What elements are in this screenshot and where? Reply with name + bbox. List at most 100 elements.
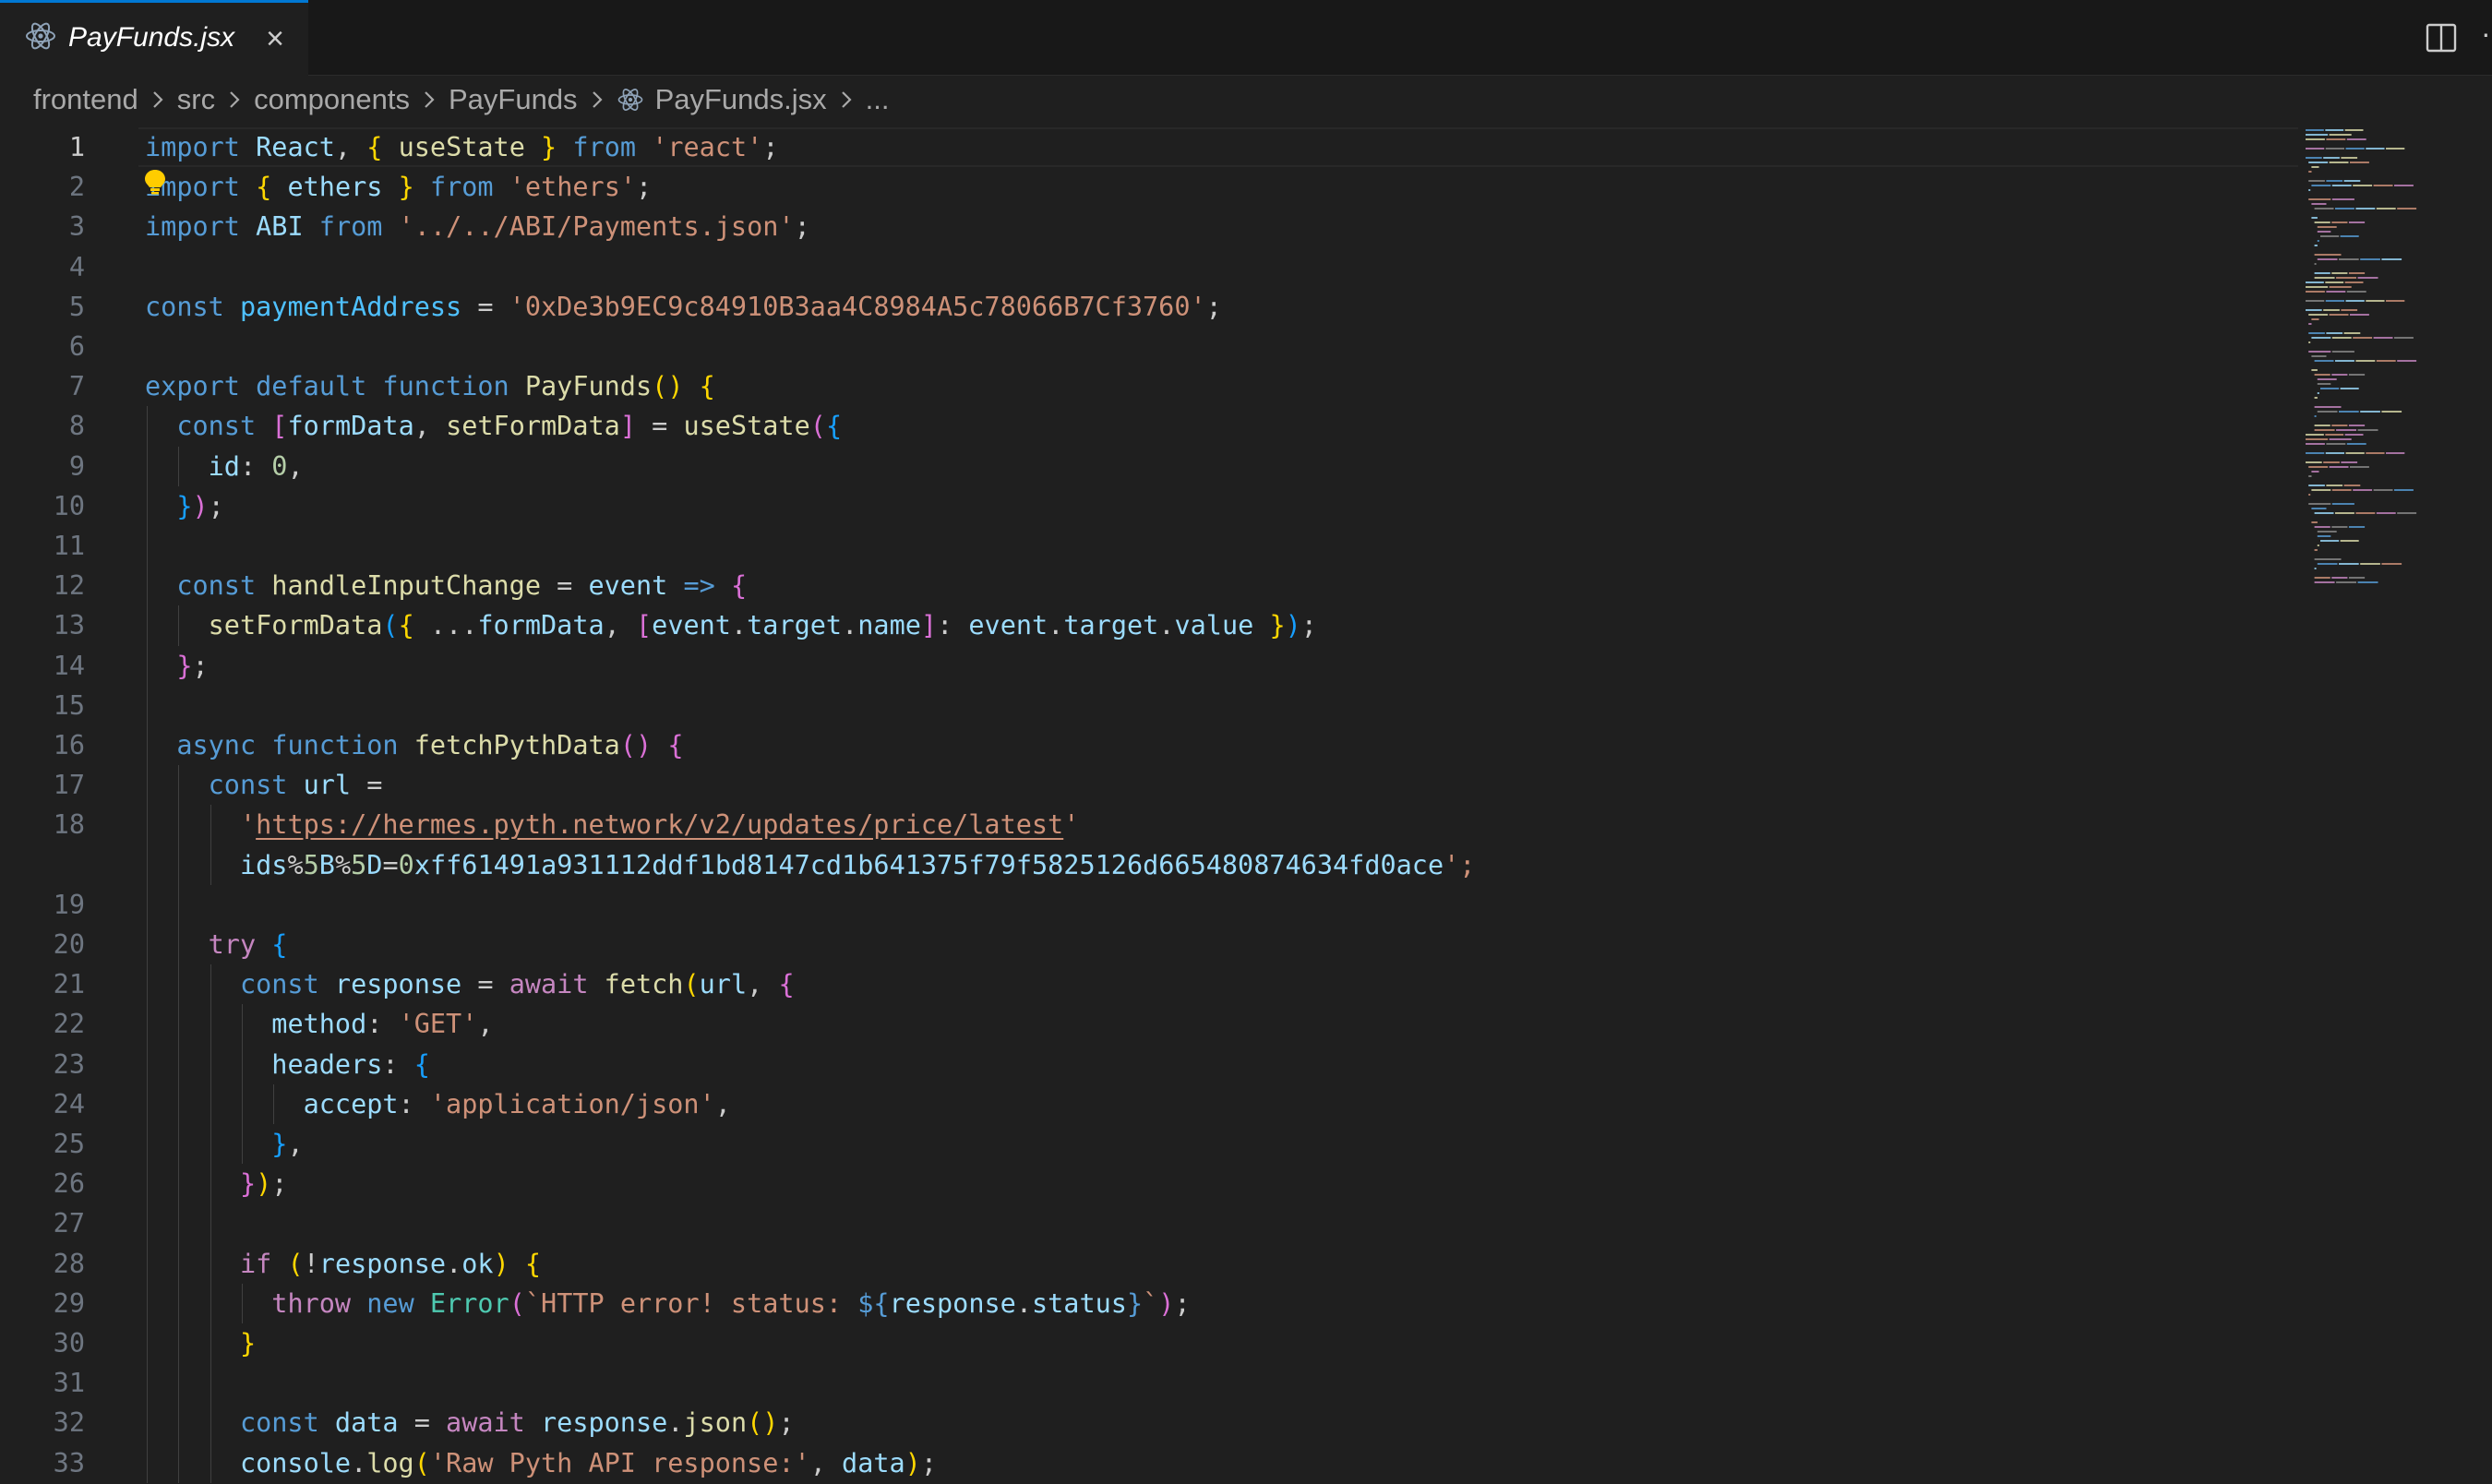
code-line[interactable]: } (145, 1323, 256, 1363)
minimap-line (2311, 166, 2319, 168)
minimap-line (2331, 185, 2352, 186)
minimap-line (2394, 489, 2414, 491)
split-editor-icon[interactable] (2424, 20, 2459, 55)
code-line[interactable]: }; (145, 646, 208, 686)
code-line[interactable]: import { ethers } from 'ethers'; (145, 167, 652, 207)
code-line[interactable]: }); (145, 486, 224, 526)
code-line[interactable]: headers: { (145, 1045, 430, 1084)
breadcrumb-item-src[interactable]: src (177, 83, 215, 116)
line-number: 4 (68, 251, 85, 282)
minimap-line (2325, 281, 2344, 283)
breadcrumb-item-components[interactable]: components (254, 83, 410, 116)
code-line[interactable]: import React, { useState } from 'react'; (145, 127, 778, 167)
minimap-line (2314, 374, 2330, 376)
minimap-line (2340, 235, 2359, 237)
code-line[interactable]: const [formData, setFormData] = useState… (145, 406, 842, 446)
code-editor[interactable]: 1 2 3 4 5 6 7 8 9 10 11 12 13 14 15 16 17 18 19 20 21 22 23 24 2… (0, 127, 2492, 1484)
line-number: 24 (53, 1088, 85, 1119)
minimap-line (2386, 300, 2405, 302)
close-icon[interactable]: × (260, 22, 290, 55)
minimap-line (2346, 291, 2366, 293)
editor-tab-bar: PayFunds.jsx × · (0, 0, 2492, 76)
minimap-line (2306, 148, 2325, 150)
minimap-line (2348, 425, 2366, 426)
code-line[interactable]: const response = await fetch(url, { (145, 964, 795, 1004)
code-line[interactable]: method: 'GET', (145, 1004, 493, 1044)
minimap[interactable] (2302, 127, 2474, 644)
code-line[interactable]: console.log('Raw Pyth API response:', da… (145, 1443, 937, 1483)
code-line[interactable]: const handleInputChange = event => { (145, 566, 747, 605)
minimap-line (2331, 489, 2352, 491)
minimap-line (2314, 549, 2318, 551)
minimap-line (2325, 300, 2345, 302)
more-actions-icon[interactable]: · (2481, 17, 2491, 51)
code-line[interactable]: if (!response.ok) { (145, 1244, 541, 1284)
minimap-line (2317, 258, 2338, 260)
line-number: 2 (68, 172, 85, 203)
minimap-line (2326, 138, 2346, 140)
breadcrumb-item-file[interactable]: PayFunds.jsx (655, 83, 827, 116)
minimap-line (2308, 475, 2312, 477)
minimap-line (2306, 443, 2325, 445)
code-line[interactable]: 'https://hermes.pyth.network/v2/updates/… (145, 805, 1079, 844)
minimap-line (2397, 512, 2417, 514)
minimap-line (2331, 337, 2352, 339)
line-number: 15 (53, 689, 85, 721)
lightbulb-icon[interactable] (143, 168, 167, 196)
minimap-line (2317, 226, 2337, 228)
minimap-line (2355, 208, 2376, 209)
line-number: 29 (53, 1287, 85, 1319)
minimap-line (2306, 300, 2325, 302)
minimap-line (2306, 157, 2322, 159)
minimap-line (2306, 438, 2329, 440)
minimap-line (2344, 434, 2364, 436)
minimap-line (2311, 521, 2318, 523)
minimap-line (2306, 134, 2329, 136)
minimap-line (2308, 314, 2329, 316)
minimap-line (2314, 512, 2334, 514)
line-number: 9 (68, 450, 85, 482)
code-line[interactable]: }, (145, 1124, 303, 1164)
minimap-line (2311, 489, 2331, 491)
code-line[interactable]: ids%5B%5D=0xff61491a931112ddf1bd8147cd1b… (145, 845, 1476, 885)
minimap-line (2314, 397, 2318, 399)
minimap-line (2397, 360, 2417, 362)
vertical-scrollbar[interactable] (2479, 127, 2492, 1484)
code-line[interactable]: try { (145, 925, 288, 964)
code-line[interactable]: const data = await response.json(); (145, 1403, 795, 1442)
minimap-line (2331, 374, 2348, 376)
minimap-line (2355, 512, 2376, 514)
breadcrumb-item-payfunds[interactable]: PayFunds (449, 83, 578, 116)
minimap-line (2308, 323, 2312, 325)
code-line[interactable]: const url = (145, 765, 383, 805)
react-icon (617, 89, 642, 111)
code-line[interactable]: import ABI from '../../ABI/Payments.json… (145, 207, 810, 246)
minimap-line (2397, 208, 2417, 209)
minimap-line (2348, 272, 2366, 274)
minimap-line (2317, 378, 2337, 380)
code-line[interactable]: id: 0, (145, 447, 304, 486)
minimap-line (2317, 545, 2319, 546)
code-line[interactable]: }); (145, 1164, 288, 1203)
minimap-line (2314, 254, 2342, 256)
minimap-line (2331, 577, 2348, 579)
line-number: 16 (53, 730, 85, 760)
code-line[interactable]: throw new Error(`HTTP error! status: ${r… (145, 1284, 1190, 1323)
line-number: 25 (53, 1129, 85, 1159)
code-line[interactable]: async function fetchPythData() { (145, 725, 683, 765)
code-line[interactable]: setFormData({ ...formData, [event.target… (145, 605, 1317, 645)
breadcrumb-item-frontend[interactable]: frontend (33, 83, 138, 116)
code-line[interactable]: const paymentAddress = '0xDe3b9EC9c84910… (145, 287, 1222, 327)
tab-payfunds-jsx[interactable]: PayFunds.jsx × (0, 0, 308, 76)
react-icon (26, 22, 55, 50)
line-number: 28 (53, 1248, 85, 1279)
minimap-line (2340, 388, 2359, 389)
minimap-line (2360, 258, 2380, 260)
minimap-line (2344, 281, 2364, 283)
code-line[interactable]: accept: 'application/json', (145, 1084, 731, 1124)
breadcrumb-item-symbols[interactable]: ... (866, 83, 890, 116)
code-line[interactable]: export default function PayFunds() { (145, 366, 715, 406)
minimap-line (2311, 369, 2318, 371)
minimap-line (2348, 526, 2366, 528)
minimap-line (2326, 443, 2346, 445)
